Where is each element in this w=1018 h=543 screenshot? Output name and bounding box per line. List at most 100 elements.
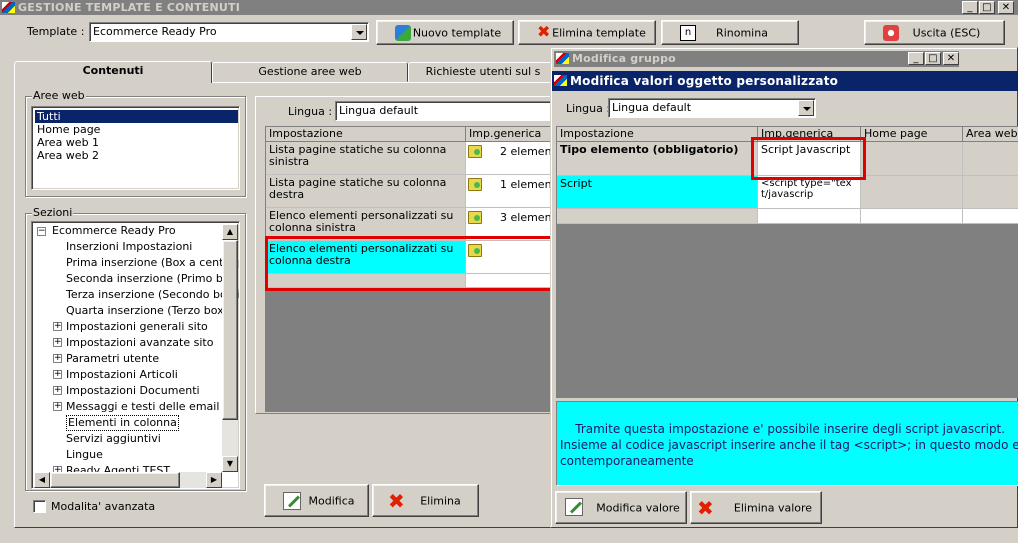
tree-item[interactable]: Seconda inserzione (Primo box in bbox=[66, 271, 239, 287]
table-row-name[interactable]: Lista pagine statiche su colonna sinistr… bbox=[266, 142, 466, 175]
help-text: Tramite questa impostazione e' possibile… bbox=[560, 422, 1018, 468]
maximize-icon[interactable]: □ bbox=[979, 1, 995, 14]
tab-gestione-aree-web[interactable]: Gestione aree web bbox=[212, 62, 408, 82]
list-item[interactable]: Area web 2 bbox=[35, 149, 99, 162]
scroll-thumb[interactable] bbox=[222, 240, 238, 420]
close-icon[interactable]: ✕ bbox=[998, 1, 1014, 14]
edit-value-button[interactable]: Modifica valore bbox=[555, 491, 687, 524]
column-header[interactable]: Impostazione bbox=[266, 127, 466, 142]
scroll-left-icon[interactable]: ◀ bbox=[34, 472, 50, 488]
column-header[interactable]: Imp.generica bbox=[466, 127, 556, 142]
table-row-cell[interactable] bbox=[963, 176, 1018, 209]
tree-vertical-scrollbar[interactable]: ▲ ▼ bbox=[222, 224, 238, 472]
chevron-down-icon[interactable] bbox=[351, 24, 367, 40]
list-item[interactable]: Tutti bbox=[35, 110, 238, 123]
maximize-icon[interactable]: □ bbox=[925, 52, 941, 65]
tree-item[interactable]: Messaggi e testi delle email bbox=[66, 399, 219, 415]
column-header[interactable]: Home page bbox=[861, 127, 963, 142]
template-select[interactable]: Ecommerce Ready Pro bbox=[89, 22, 369, 42]
tree-item[interactable]: Impostazioni Documenti bbox=[66, 383, 200, 399]
tree-item[interactable]: Prima inserzione (Box a centro pa bbox=[66, 255, 239, 271]
tree-root[interactable]: Ecommerce Ready Pro bbox=[52, 223, 176, 239]
table-row-cell[interactable] bbox=[861, 176, 963, 209]
folder-icon bbox=[468, 211, 482, 224]
minimize-icon[interactable]: _ bbox=[962, 1, 978, 14]
advanced-mode-checkbox[interactable] bbox=[33, 500, 46, 513]
delete-value-button[interactable]: ✖ Elimina valore bbox=[690, 491, 822, 524]
table-row-empty bbox=[758, 209, 861, 224]
expand-icon[interactable]: + bbox=[53, 338, 62, 347]
expand-icon[interactable]: + bbox=[53, 322, 62, 331]
tree-item[interactable]: Inserzioni Impostazioni bbox=[66, 239, 192, 255]
table-row-empty bbox=[557, 209, 758, 224]
tab-contenuti[interactable]: Contenuti bbox=[14, 61, 212, 83]
rename-button[interactable]: n Rinomina bbox=[661, 20, 799, 45]
tree-item[interactable]: Servizi aggiuntivi bbox=[66, 431, 161, 447]
main-window-title: GESTIONE TEMPLATE E CONTENUTI bbox=[18, 1, 241, 14]
column-header[interactable]: Impostazione bbox=[557, 127, 758, 142]
table-row-empty bbox=[861, 209, 963, 224]
help-text-box: Tramite questa impostazione e' possibile… bbox=[556, 401, 1018, 486]
chevron-down-icon[interactable] bbox=[798, 100, 814, 116]
table-row-value[interactable]: 2 element bbox=[466, 142, 556, 175]
minimize-icon[interactable]: _ bbox=[908, 52, 924, 65]
collapse-icon[interactable]: − bbox=[37, 227, 46, 236]
scroll-up-icon[interactable]: ▲ bbox=[222, 224, 238, 240]
tree-item[interactable]: Terza inserzione (Secondo box in bbox=[66, 287, 239, 303]
new-template-button[interactable]: Nuovo template bbox=[376, 20, 514, 45]
highlight-callout bbox=[265, 236, 558, 291]
dialog-lang-label: Lingua : bbox=[566, 102, 611, 115]
table-row-cell[interactable] bbox=[963, 142, 1018, 176]
scroll-right-icon[interactable]: ▶ bbox=[206, 472, 222, 488]
main-title-bar: GESTIONE TEMPLATE E CONTENUTI _ □ ✕ bbox=[0, 0, 1018, 15]
column-header[interactable]: Area web 1 bbox=[963, 127, 1018, 142]
table-row-value[interactable]: 1 element bbox=[466, 175, 556, 208]
delete-button[interactable]: ✖ Elimina bbox=[372, 484, 479, 517]
tree-item[interactable]: Parametri utente bbox=[66, 351, 159, 367]
main-lang-select[interactable]: Lingua default bbox=[335, 101, 565, 121]
tree-item[interactable]: Lingue bbox=[66, 447, 103, 463]
main-lang-label: Lingua : bbox=[288, 105, 333, 118]
edit-button[interactable]: Modifica bbox=[264, 484, 369, 517]
table-row-value[interactable]: <script type="text/javascrip bbox=[758, 176, 861, 209]
list-item[interactable]: Home page bbox=[35, 123, 100, 136]
expand-icon[interactable]: + bbox=[53, 354, 62, 363]
list-item[interactable]: Area web 1 bbox=[35, 136, 99, 149]
tab-richieste-utenti[interactable]: Richieste utenti sul s bbox=[408, 62, 558, 82]
tree-item[interactable]: Impostazioni avanzate sito bbox=[66, 335, 213, 351]
dialog-title-bar: Modifica gruppo _ □ ✕ bbox=[554, 51, 959, 67]
tree-item[interactable]: Impostazioni Articoli bbox=[66, 367, 178, 383]
scroll-down-icon[interactable]: ▼ bbox=[222, 456, 238, 472]
edit-group-dialog: Modifica gruppo _ □ ✕ Modifica valori og… bbox=[550, 47, 1018, 528]
tree-item[interactable]: Impostazioni generali sito bbox=[66, 319, 208, 335]
folder-icon bbox=[468, 178, 482, 191]
tree-item[interactable]: Quarta inserzione (Terzo box in b bbox=[66, 303, 239, 319]
aree-web-label: Aree web bbox=[32, 89, 86, 102]
close-icon[interactable]: ✕ bbox=[943, 52, 959, 65]
table-row-name-selected[interactable]: Script bbox=[557, 176, 758, 209]
dialog-subtitle-bar: Modifica valori oggetto personalizzato bbox=[552, 71, 1018, 91]
sezioni-tree[interactable]: − Ecommerce Ready Pro Inserzioni Imposta… bbox=[31, 221, 240, 489]
template-label: Template : bbox=[27, 25, 85, 38]
delete-template-button[interactable]: ✖ Elimina template bbox=[518, 20, 656, 45]
table-row-name[interactable]: Tipo elemento (obbligatorio) bbox=[557, 142, 758, 176]
folder-icon bbox=[468, 145, 482, 158]
dialog-lang-select[interactable]: Lingua default bbox=[608, 98, 816, 118]
table-row-name[interactable]: Lista pagine statiche su colonna destra bbox=[266, 175, 466, 208]
expand-icon[interactable]: + bbox=[53, 386, 62, 395]
app-icon bbox=[2, 2, 15, 13]
dialog-app-icon bbox=[556, 53, 569, 64]
h-scroll-thumb[interactable] bbox=[50, 472, 180, 488]
exit-button[interactable]: Uscita (ESC) bbox=[864, 20, 1005, 45]
sezioni-label: Sezioni bbox=[32, 206, 74, 219]
table-row-cell[interactable] bbox=[861, 142, 963, 176]
tree-item[interactable]: Elementi in colonna bbox=[66, 415, 179, 431]
aree-web-list[interactable]: Tutti Home page Area web 1 Area web 2 bbox=[31, 106, 240, 190]
expand-icon[interactable]: + bbox=[53, 370, 62, 379]
expand-icon[interactable]: + bbox=[53, 402, 62, 411]
advanced-mode-label: Modalita' avanzata bbox=[51, 500, 156, 513]
dialog-sub-icon bbox=[554, 75, 567, 86]
table-row-empty bbox=[963, 209, 1018, 224]
tree-horizontal-scrollbar[interactable]: ◀ ▶ bbox=[34, 472, 222, 488]
highlight-callout bbox=[751, 137, 866, 180]
